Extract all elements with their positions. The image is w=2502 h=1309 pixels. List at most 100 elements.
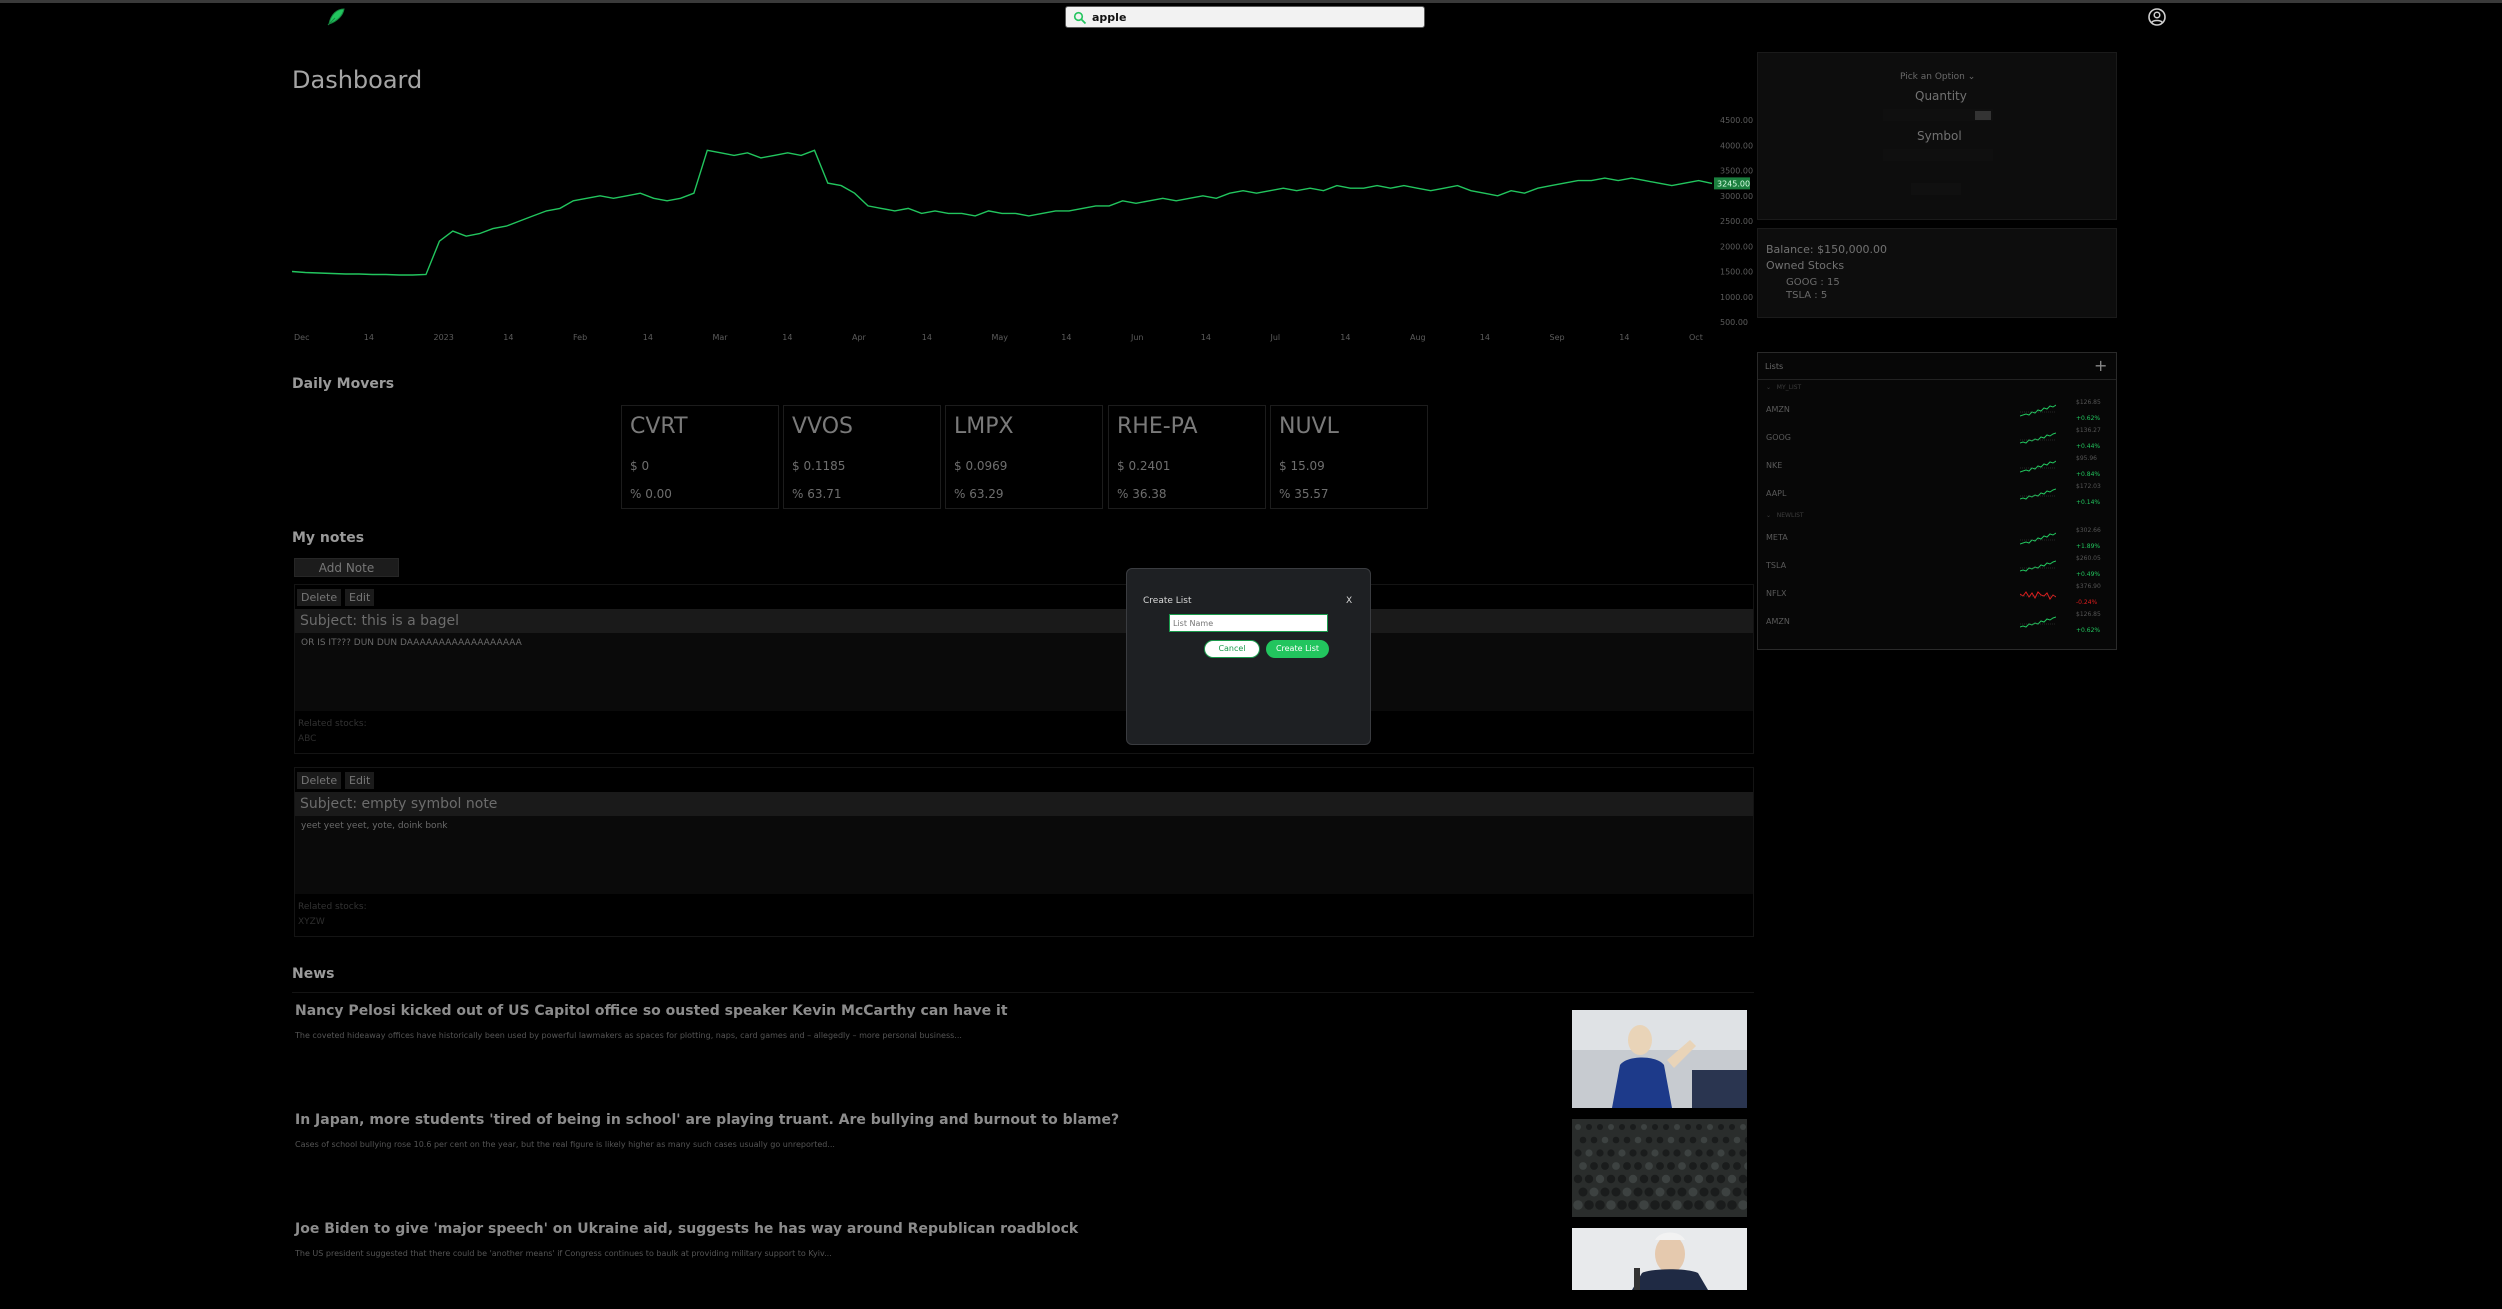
list-name: MY_LIST: [1776, 384, 1802, 391]
x-tick-label: 14: [1061, 333, 1071, 342]
news-title[interactable]: Nancy Pelosi kicked out of US Capitol of…: [295, 1003, 1747, 1019]
pick-option-dropdown[interactable]: Pick an Option ⌄: [1900, 72, 1975, 82]
x-tick-label: Jun: [1130, 333, 1144, 342]
sparkline-chart: [2020, 560, 2056, 572]
sparkline-chart: [2020, 488, 2056, 500]
mover-symbol: LMPX: [954, 414, 1014, 439]
watchlist-row[interactable]: GOOG $136.27 +0.44%: [1758, 425, 2116, 451]
x-tick-label: 14: [1201, 333, 1211, 342]
list-collapse-icon[interactable]: ⌄: [1766, 512, 1771, 519]
sparkline-chart: [2020, 404, 2056, 417]
mover-percent: % 63.29: [954, 487, 1004, 501]
owned-stocks-label: Owned Stocks: [1766, 259, 1845, 272]
sparkline-chart: [2020, 616, 2056, 628]
close-icon[interactable]: X: [1346, 596, 1352, 606]
x-tick-label: Oct: [1689, 333, 1703, 342]
news-image-biden[interactable]: [1572, 1228, 1747, 1290]
note-related-label: Related stocks:: [298, 719, 367, 729]
sparkline-chart: [2020, 432, 2056, 444]
watchlist-row[interactable]: AAPL $172.03 +0.14%: [1758, 481, 2116, 507]
sparkline-chart: [2020, 591, 2056, 600]
news-title[interactable]: In Japan, more students 'tired of being …: [295, 1112, 1747, 1128]
watchlist-row[interactable]: TSLA $260.05 +0.49%: [1758, 553, 2116, 579]
symbol-input[interactable]: [1883, 149, 1993, 161]
watchlist-symbol: NFLX: [1766, 589, 1787, 598]
symbol-label: Symbol: [1917, 129, 1962, 143]
news-heading: News: [292, 966, 335, 982]
watchlist-row[interactable]: NFLX $376.90 -0.24%: [1758, 581, 2116, 607]
news-image-students[interactable]: [1572, 1119, 1747, 1217]
x-tick-label: May: [992, 333, 1009, 342]
price-line-series: [292, 149, 1713, 276]
mover-card[interactable]: VVOS $ 0.1185 % 63.71: [783, 405, 941, 509]
news-item[interactable]: Nancy Pelosi kicked out of US Capitol of…: [295, 1003, 1747, 1040]
lists-divider: [1758, 379, 2116, 380]
search-input[interactable]: [1092, 7, 1412, 27]
y-tick-label: 2000.00: [1720, 242, 1753, 251]
news-title[interactable]: Joe Biden to give 'major speech' on Ukra…: [295, 1221, 1747, 1237]
note-related-stocks: ABC: [298, 734, 317, 744]
lists-title: Lists: [1765, 362, 1784, 371]
list-collapse-icon[interactable]: ⌄: [1766, 384, 1771, 391]
watchlist-change: +0.84%: [2076, 471, 2101, 478]
search-bar[interactable]: [1065, 6, 1425, 28]
x-tick-label: 14: [922, 333, 932, 342]
sparkline-chart: [2020, 532, 2056, 545]
watchlist-symbol: META: [1766, 533, 1788, 542]
edit-note-button[interactable]: Edit: [345, 772, 375, 789]
watchlist-symbol: NKE: [1766, 461, 1783, 470]
sparkline: [2020, 532, 2056, 545]
sparkline: [2020, 460, 2056, 473]
note-card: Delete Edit Subject: empty symbol note yeet…: [294, 767, 1754, 937]
watchlist-row[interactable]: AMZN $126.85 +0.62%: [1758, 609, 2116, 635]
page-title: Dashboard: [292, 66, 423, 94]
create-list-button[interactable]: Create List: [1266, 640, 1329, 658]
delete-note-button[interactable]: Delete: [297, 772, 342, 789]
list-section-header[interactable]: ⌄ MY_LIST: [1766, 384, 1801, 391]
mover-card[interactable]: CVRT $ 0 % 0.00: [621, 405, 779, 509]
notes-heading: My notes: [292, 530, 365, 546]
news-item[interactable]: Joe Biden to give 'major speech' on Ukra…: [295, 1221, 1747, 1258]
watchlist-change: +0.44%: [2076, 443, 2101, 450]
note-body: yeet yeet yeet, yote, doink bonk: [295, 816, 1753, 894]
mover-card[interactable]: NUVL $ 15.09 % 35.57: [1270, 405, 1428, 509]
mover-price: $ 0.2401: [1117, 459, 1171, 473]
list-name-input[interactable]: [1169, 614, 1328, 632]
y-tick-label: 4500.00: [1720, 116, 1753, 125]
y-tick-label: 1500.00: [1720, 268, 1753, 277]
cancel-button[interactable]: Cancel: [1204, 640, 1260, 658]
watchlist-change: +0.62%: [2076, 415, 2101, 422]
news-image-pelosi[interactable]: [1572, 1010, 1747, 1108]
add-note-button[interactable]: Add Note: [294, 558, 399, 577]
quantity-stepper[interactable]: [1975, 111, 1991, 120]
watchlist-symbol: AMZN: [1766, 405, 1790, 414]
mover-card[interactable]: LMPX $ 0.0969 % 63.29: [945, 405, 1103, 509]
edit-note-button[interactable]: Edit: [345, 589, 375, 606]
watchlist-row[interactable]: META $302.66 +1.89%: [1758, 525, 2116, 551]
x-tick-label: 14: [1480, 333, 1490, 342]
watchlist-price: $126.85: [2076, 399, 2101, 406]
user-account-icon[interactable]: [2146, 6, 2168, 28]
submit-order-button[interactable]: [1911, 183, 1961, 195]
mover-symbol: CVRT: [630, 414, 688, 439]
mover-card[interactable]: RHE-PA $ 0.2401 % 36.38: [1108, 405, 1266, 509]
watchlist-row[interactable]: NKE $95.96 +0.84%: [1758, 453, 2116, 479]
mover-symbol: RHE-PA: [1117, 414, 1198, 439]
watchlist-change: +1.89%: [2076, 543, 2101, 550]
x-tick-label: Apr: [852, 333, 867, 342]
sparkline: [2020, 591, 2056, 600]
sparkline: [2020, 432, 2056, 444]
y-tick-label: 500.00: [1720, 318, 1748, 327]
delete-note-button[interactable]: Delete: [297, 589, 342, 606]
x-tick-label: Sep: [1550, 333, 1565, 342]
news-item[interactable]: In Japan, more students 'tired of being …: [295, 1112, 1747, 1149]
watchlist-change: +0.14%: [2076, 499, 2101, 506]
create-list-modal: Create List X Cancel Create List: [1126, 568, 1371, 745]
feather-logo-icon[interactable]: [325, 6, 347, 28]
portfolio-line-chart[interactable]: 4500.00 4000.00 3500.00 3000.00 2500.00 2000.…: [292, 110, 1762, 350]
list-section-header[interactable]: ⌄ NEWLIST: [1766, 512, 1804, 519]
y-tick-label: 4000.00: [1720, 141, 1753, 150]
watchlist-row[interactable]: AMZN $126.85 +0.62%: [1758, 397, 2116, 423]
add-list-plus-icon[interactable]: +: [2094, 356, 2107, 375]
mover-price: $ 0.0969: [954, 459, 1008, 473]
